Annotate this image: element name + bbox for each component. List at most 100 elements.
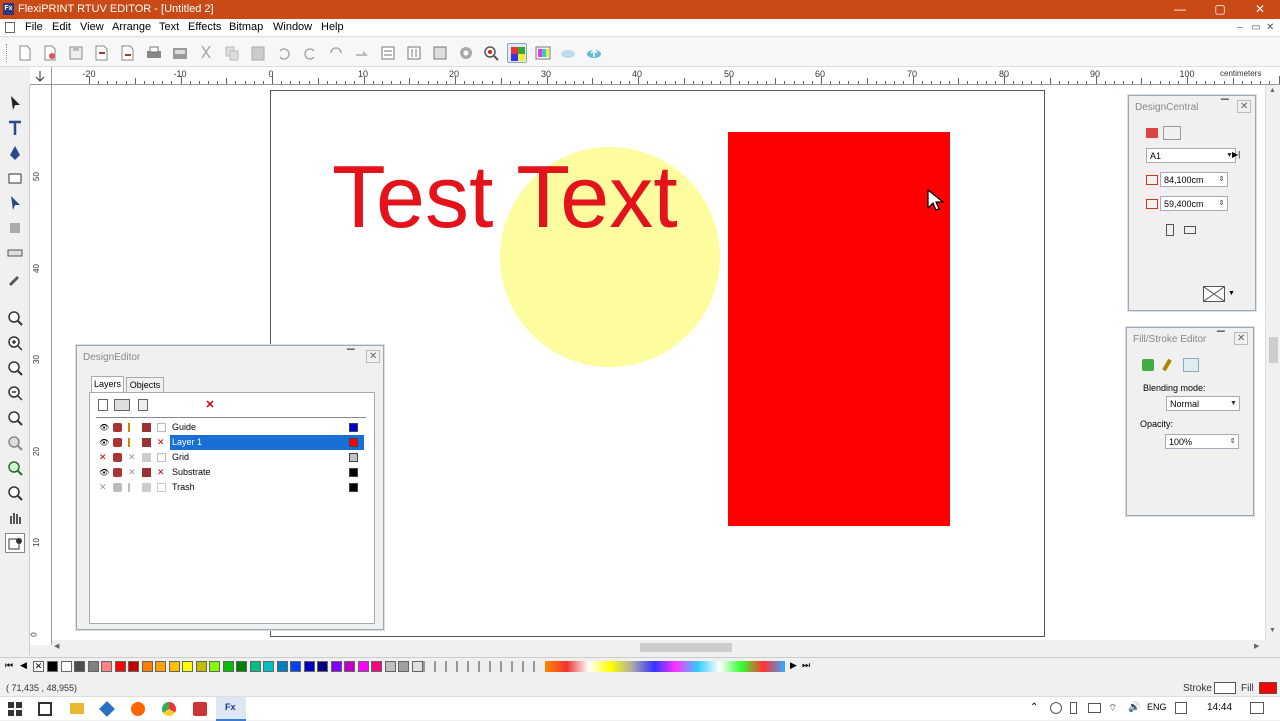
lock-icon[interactable] xyxy=(142,483,151,492)
color-swatch[interactable] xyxy=(155,661,166,672)
cut-layer-icon[interactable]: ✕ xyxy=(157,468,166,477)
panel-close-button[interactable]: ✕ xyxy=(366,350,381,363)
usb-icon[interactable] xyxy=(1070,702,1077,714)
layer-row-grid[interactable]: ✕ ✕ Grid xyxy=(96,450,366,465)
doc-close-button[interactable]: ✕ xyxy=(1266,22,1274,33)
menu-bitmap[interactable]: Bitmap xyxy=(229,21,263,33)
minimize-button[interactable]: — xyxy=(1160,0,1200,19)
color-swatch[interactable] xyxy=(384,661,396,672)
layer-color[interactable] xyxy=(349,438,358,447)
document-icon[interactable] xyxy=(5,22,15,33)
media-icon[interactable] xyxy=(1203,286,1225,302)
import-icon[interactable] xyxy=(92,43,112,63)
pen-tool-icon[interactable] xyxy=(5,143,25,163)
color-swatch[interactable] xyxy=(263,661,274,672)
palette-last-icon[interactable]: ⏭ xyxy=(802,660,810,671)
spinner-icon[interactable]: ⇕ xyxy=(1227,435,1238,448)
horizontal-scrollbar[interactable]: ◀ ▶ xyxy=(52,640,1265,655)
undo-icon[interactable] xyxy=(274,43,294,63)
cut-layer-icon[interactable] xyxy=(157,453,166,462)
panel-minimize-button[interactable]: ▔ xyxy=(1221,100,1229,111)
firefox-icon[interactable] xyxy=(131,702,145,716)
eyedropper-tool-icon[interactable] xyxy=(5,268,25,288)
text-tool-icon[interactable] xyxy=(5,118,25,138)
chevron-down-icon[interactable]: ▼ xyxy=(1228,397,1239,410)
wifi-icon[interactable]: ⌔ xyxy=(1108,702,1117,715)
pattern-swatches[interactable] xyxy=(423,661,543,672)
landscape-icon[interactable] xyxy=(1184,226,1196,234)
lock-icon[interactable] xyxy=(142,438,151,447)
open-icon[interactable] xyxy=(40,43,60,63)
layer-color[interactable] xyxy=(349,423,358,432)
arrow-right-icon[interactable]: ▶| xyxy=(1232,150,1240,159)
clock[interactable]: 14:44 xyxy=(1207,702,1232,713)
fill-color-tool-icon[interactable] xyxy=(5,533,25,553)
store-icon[interactable] xyxy=(99,701,115,717)
cut-layer-icon[interactable]: ✕ xyxy=(157,438,166,447)
lock-icon[interactable] xyxy=(142,423,151,432)
app-icon[interactable] xyxy=(193,702,207,716)
printer-icon[interactable] xyxy=(113,453,122,462)
color-swatch[interactable] xyxy=(87,661,99,672)
doc-minimize-button[interactable]: – xyxy=(1237,22,1243,33)
eye-icon[interactable]: 👁 xyxy=(99,468,109,477)
printer-icon[interactable] xyxy=(113,438,122,447)
rectangle-tool-icon[interactable] xyxy=(5,168,25,188)
spinner-icon[interactable]: ⇕ xyxy=(1216,173,1227,186)
palette-prev-icon[interactable]: ◀ xyxy=(20,660,27,671)
color-swatch[interactable] xyxy=(330,661,342,672)
blending-mode-select[interactable]: Normal ▼ xyxy=(1166,396,1240,411)
layer-row-trash[interactable]: ✕ Trash xyxy=(96,480,366,495)
toolbar-grip[interactable] xyxy=(6,44,9,62)
layer-row-guide[interactable]: 👁 Guide xyxy=(96,420,366,435)
test-text-object[interactable]: Test Text xyxy=(332,147,678,246)
layer-row-substrate[interactable]: 👁 ✕ ✕ Substrate xyxy=(96,465,366,480)
copy-icon[interactable] xyxy=(222,43,242,63)
color-swatch[interactable] xyxy=(195,661,207,672)
color-swatch[interactable] xyxy=(222,661,234,672)
cloud-icon[interactable] xyxy=(558,43,578,63)
printer-icon[interactable] xyxy=(113,423,122,432)
color-swatch[interactable] xyxy=(128,661,139,672)
scroll-up-icon[interactable]: ▲ xyxy=(1269,87,1276,94)
vertical-ruler[interactable]: 50 40 30 20 10 0 xyxy=(30,85,52,645)
color-swatch[interactable] xyxy=(114,661,126,672)
color-palette-icon[interactable] xyxy=(507,43,527,63)
measure-tool-icon[interactable] xyxy=(5,243,25,263)
layer-row-layer1[interactable]: 👁 ✕ Layer 1 xyxy=(96,435,366,450)
task-view-icon[interactable] xyxy=(38,702,52,716)
scroll-left-icon[interactable]: ◀ xyxy=(54,642,59,650)
doc-restore-button[interactable]: ▭ xyxy=(1251,22,1260,33)
panel-minimize-button[interactable]: ▔ xyxy=(1217,332,1225,343)
pencil-icon[interactable] xyxy=(128,423,137,432)
scroll-right-icon[interactable]: ▶ xyxy=(1254,642,1259,650)
palette-next-icon[interactable]: ▶ xyxy=(790,660,797,671)
ruler-origin[interactable] xyxy=(30,67,52,85)
settings-icon[interactable] xyxy=(456,43,476,63)
color-swatch[interactable] xyxy=(276,661,288,672)
portrait-icon[interactable] xyxy=(1166,224,1174,236)
page-size-select[interactable]: A1 ▼ xyxy=(1146,148,1236,163)
color-swatch[interactable] xyxy=(398,661,409,672)
menu-arrange[interactable]: Arrange xyxy=(112,21,151,33)
delete-layer-icon[interactable]: ✕ xyxy=(204,399,216,411)
color-swatch[interactable] xyxy=(101,661,112,672)
fill-indicator[interactable] xyxy=(1259,682,1277,694)
zoom-width-icon[interactable] xyxy=(5,458,25,478)
battery-icon[interactable] xyxy=(1088,703,1101,713)
page-layout-icon[interactable] xyxy=(1163,126,1181,140)
panel-close-button[interactable]: ✕ xyxy=(1234,332,1249,345)
color-manager-icon[interactable] xyxy=(533,43,553,63)
duplicate-layer-icon[interactable] xyxy=(138,399,148,411)
fill-bucket-icon[interactable] xyxy=(1142,359,1154,371)
color-swatch[interactable] xyxy=(303,661,315,672)
tray-chevron-icon[interactable]: ⌃ xyxy=(1030,702,1038,713)
save-icon[interactable] xyxy=(66,43,86,63)
color-swatch[interactable] xyxy=(209,661,220,672)
menu-effects[interactable]: Effects xyxy=(188,21,221,33)
repeat-icon[interactable] xyxy=(326,43,346,63)
opacity-field[interactable]: 100% ⇕ xyxy=(1165,434,1239,449)
layer-color[interactable] xyxy=(349,483,358,492)
spinner-icon[interactable]: ⇕ xyxy=(1216,197,1227,210)
fill-tool-icon[interactable] xyxy=(5,218,25,238)
